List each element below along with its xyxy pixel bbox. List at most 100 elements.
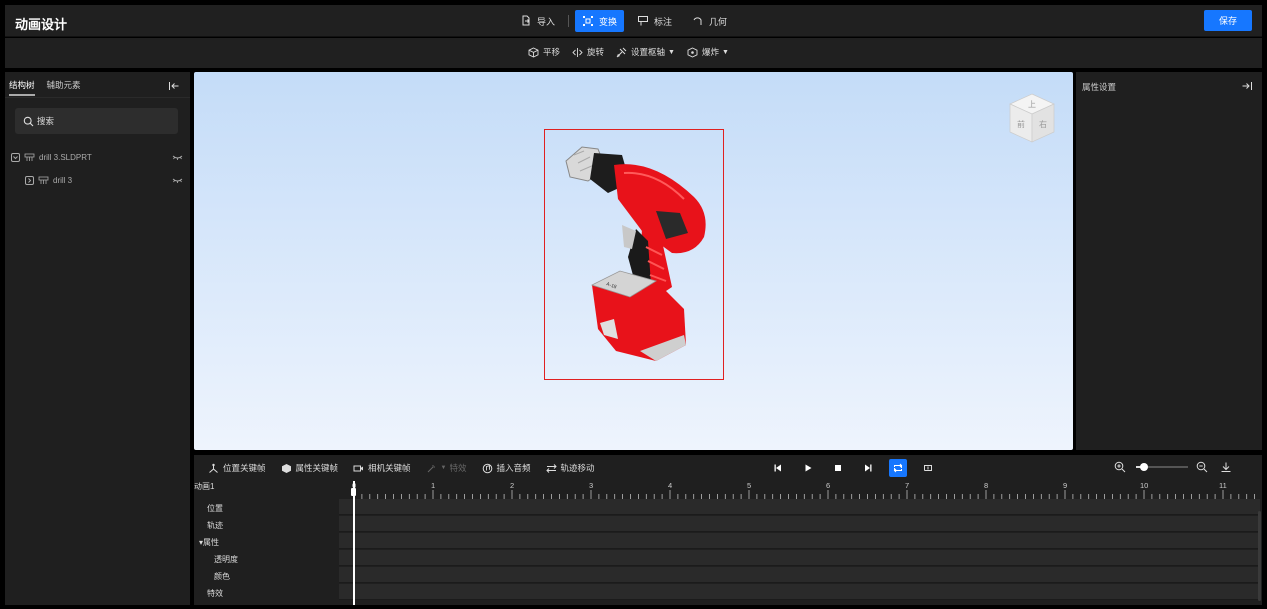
- loop-button[interactable]: [889, 459, 907, 477]
- position-keyframe-icon: [208, 463, 219, 474]
- track-label-properties[interactable]: ▾属性: [199, 537, 219, 548]
- part-icon: [38, 176, 49, 185]
- track-row[interactable]: [339, 584, 1260, 600]
- effect-button: ▼ 特效: [426, 462, 467, 474]
- track-row[interactable]: [339, 550, 1260, 566]
- tree-item-root[interactable]: drill 3.SLDPRT: [11, 150, 183, 164]
- pivot-tool-label: 设置枢轴: [631, 47, 666, 57]
- tree-item-label: drill 3.SLDPRT: [39, 152, 92, 162]
- pivot-tool[interactable]: 设置枢轴 ▼: [616, 46, 675, 58]
- collapse-right-icon[interactable]: [1241, 80, 1253, 92]
- time-ruler[interactable]: 0 1 2 3 4 5 6 7 8 9 10 11: [339, 481, 1260, 500]
- viewcube-top-face[interactable]: 上: [1028, 100, 1036, 109]
- track-row[interactable]: [339, 567, 1260, 583]
- stop-button[interactable]: [829, 459, 847, 477]
- camera-keyframe-label: 相机关键帧: [368, 463, 411, 473]
- insert-audio-label: 插入音频: [496, 463, 531, 473]
- position-keyframe-button[interactable]: 位置关键帧: [208, 462, 266, 474]
- skip-end-icon: [865, 464, 872, 472]
- rotate-tool-label: 旋转: [587, 47, 605, 57]
- skip-to-start-button[interactable]: [769, 459, 787, 477]
- tab-import[interactable]: 导入: [513, 10, 562, 32]
- zoom-in-icon[interactable]: [1114, 461, 1126, 473]
- track-move-label: 轨迹移动: [560, 463, 595, 473]
- playhead-handle[interactable]: [351, 488, 356, 496]
- timeline-scrollbar[interactable]: [1258, 511, 1261, 601]
- zoom-out-icon[interactable]: [1196, 461, 1208, 473]
- tab-structure-tree[interactable]: 结构树: [9, 72, 35, 98]
- save-button[interactable]: 保存: [1204, 10, 1252, 31]
- ruler-tick-label: 1: [431, 481, 436, 490]
- property-keyframe-button[interactable]: 属性关键帧: [281, 462, 338, 474]
- eye-closed-icon[interactable]: [172, 176, 183, 184]
- import-file-icon: [520, 15, 532, 27]
- effect-label: 特效: [449, 463, 467, 473]
- search-input[interactable]: [37, 116, 167, 126]
- download-icon[interactable]: [1220, 461, 1232, 473]
- track-row[interactable]: [339, 516, 1260, 532]
- loop-once-button[interactable]: [919, 459, 937, 477]
- app-title: 动画设计: [15, 17, 68, 32]
- audio-icon: [482, 463, 493, 474]
- eye-closed-icon[interactable]: [172, 153, 183, 161]
- tab-transform[interactable]: 变换: [575, 10, 625, 32]
- track-row[interactable]: [339, 533, 1260, 549]
- collapse-left-icon[interactable]: [168, 80, 180, 92]
- play-button[interactable]: [799, 459, 817, 477]
- effect-icon: [426, 463, 437, 474]
- tab-geometry[interactable]: 几何: [685, 10, 734, 32]
- chevron-down-icon: ▼: [722, 48, 729, 56]
- rotate-icon: [572, 47, 583, 58]
- track-label-effect[interactable]: 特效: [207, 588, 223, 599]
- animation-name: 动画1: [194, 482, 215, 491]
- assembly-icon: [24, 153, 35, 162]
- chevron-down-icon: ▼: [668, 48, 675, 56]
- track-label-color[interactable]: 颜色: [214, 571, 230, 582]
- zoom-slider-thumb[interactable]: [1139, 463, 1148, 471]
- tab-transform-label: 变换: [599, 16, 618, 27]
- viewcube[interactable]: 上 前 右: [1006, 92, 1058, 146]
- tab-annotation[interactable]: 标注: [630, 10, 679, 32]
- collapse-toggle-icon[interactable]: [11, 152, 20, 162]
- camera-keyframe-button[interactable]: 相机关键帧: [353, 462, 411, 474]
- geometry-icon: [692, 15, 704, 27]
- structure-panel-tabs: 结构树 辅助元素: [5, 72, 190, 98]
- structure-panel: 结构树 辅助元素 drill 3.SLDPRT drill 3: [5, 72, 190, 605]
- stop-icon: [835, 465, 841, 471]
- ruler-tick-label: 7: [905, 481, 910, 490]
- zoom-slider[interactable]: [1136, 461, 1188, 473]
- move-tool[interactable]: 平移: [528, 46, 560, 58]
- tab-geometry-label: 几何: [709, 16, 728, 27]
- track-move-button[interactable]: 轨迹移动: [545, 462, 595, 474]
- tab-auxiliary-elements[interactable]: 辅助元素: [47, 72, 81, 98]
- track-label-trajectory[interactable]: 轨迹: [207, 520, 223, 531]
- playhead[interactable]: [353, 481, 355, 605]
- loop-once-icon: [924, 465, 932, 471]
- track-row[interactable]: [339, 499, 1260, 515]
- expand-toggle-icon[interactable]: [25, 175, 34, 185]
- track-label-opacity[interactable]: 透明度: [214, 554, 238, 565]
- effect-dropdown-icon: ▼: [440, 465, 447, 471]
- track-label-position[interactable]: 位置: [207, 503, 223, 514]
- track-area[interactable]: [339, 499, 1260, 605]
- tree-item-child[interactable]: drill 3: [25, 173, 183, 187]
- rotate-tool[interactable]: 旋转: [572, 46, 604, 58]
- tab-annotation-label: 标注: [654, 16, 673, 27]
- move-tool-label: 平移: [543, 47, 561, 57]
- selection-box: [544, 129, 724, 380]
- insert-audio-button[interactable]: 插入音频: [482, 462, 531, 474]
- camera-keyframe-icon: [353, 463, 364, 474]
- 3d-viewport[interactable]: A-18 上 前 右: [194, 72, 1073, 450]
- timeline-zoom: [1114, 461, 1232, 473]
- ruler-ticks: [353, 490, 1255, 499]
- viewcube-right-face[interactable]: 右: [1039, 119, 1047, 129]
- ruler-tick-label: 2: [510, 481, 515, 490]
- timeline-toolbar: 位置关键帧 属性关键帧 相机关键帧 ▼ 特效 插入音频 轨迹移动: [194, 455, 1262, 481]
- explode-tool[interactable]: 爆炸 ▼: [687, 46, 729, 58]
- skip-to-end-button[interactable]: [859, 459, 877, 477]
- loop-icon: [893, 463, 903, 473]
- viewcube-front-face[interactable]: 前: [1017, 119, 1025, 129]
- ruler-tick-label: 5: [747, 481, 752, 490]
- tab-import-label: 导入: [537, 16, 556, 27]
- tree-item-label: drill 3: [53, 175, 73, 185]
